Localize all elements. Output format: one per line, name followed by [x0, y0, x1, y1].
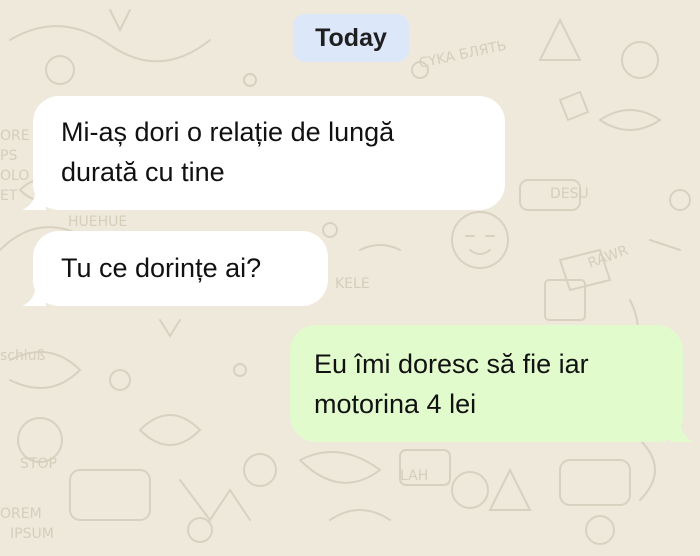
- doodle-text: RAWR: [586, 242, 631, 271]
- date-separator: Today: [293, 14, 409, 62]
- doodle-text: OLO: [0, 168, 29, 184]
- message-bubble-incoming[interactable]: Mi-aș dori o relație de lungă durată cu …: [33, 96, 505, 210]
- date-separator-label: Today: [315, 23, 387, 52]
- doodle-text: HUEHUE: [68, 214, 127, 230]
- doodle-text: IPSUM: [10, 526, 54, 542]
- doodle-text: ORE: [0, 128, 30, 144]
- message-text-line: motorina 4 lei: [314, 389, 477, 419]
- message-text-line: Mi-aș dori o relație de lungă: [61, 117, 395, 147]
- doodle-text: CYKA БЛЯТЬ: [418, 38, 508, 72]
- doodle-text: OREM: [0, 506, 42, 522]
- doodle-text: ET: [0, 188, 18, 204]
- message-bubble-outgoing[interactable]: Eu îmi doresc să fie iar motorina 4 lei: [290, 325, 683, 442]
- doodle-text: LAH: [400, 468, 428, 484]
- doodle-text: STOP: [20, 456, 57, 472]
- doodle-text: PS: [0, 148, 17, 164]
- message-text-line: durată cu tine: [61, 157, 225, 187]
- doodle-text: DESU: [550, 186, 589, 202]
- doodle-text: schluß: [0, 348, 46, 364]
- message-text-line: Tu ce dorințe ai?: [61, 253, 262, 283]
- message-text-line: Eu îmi doresc să fie iar: [314, 349, 589, 379]
- message-bubble-incoming[interactable]: Tu ce dorințe ai?: [33, 231, 328, 306]
- doodle-text: KELE: [335, 276, 370, 292]
